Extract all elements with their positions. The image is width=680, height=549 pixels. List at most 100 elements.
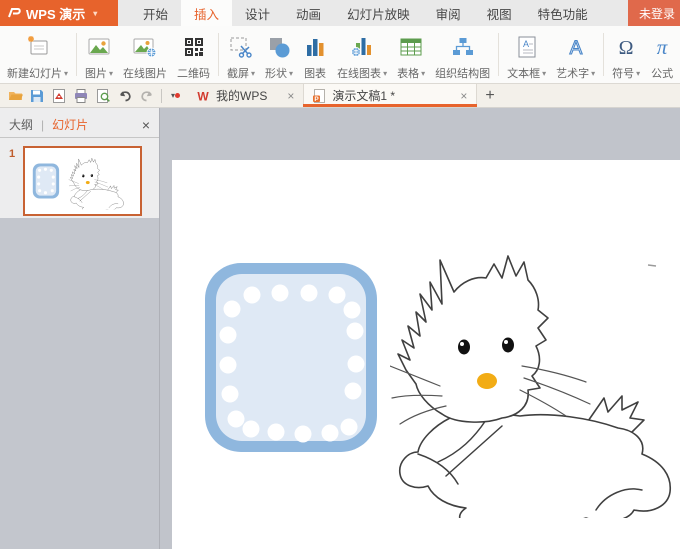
save-button[interactable]	[26, 85, 48, 107]
print-preview-button[interactable]	[92, 85, 114, 107]
print-button[interactable]	[70, 85, 92, 107]
slide-editing-area[interactable]	[172, 160, 680, 549]
online-picture-button[interactable]: 在线图片	[118, 26, 172, 83]
tab-special-features[interactable]: 特色功能	[525, 0, 601, 26]
undo-icon	[117, 88, 133, 104]
symbol-label: 符号	[612, 65, 634, 81]
doc-tab-my-wps[interactable]: W 我的WPS ×	[187, 84, 303, 107]
dropdown-caret-icon: ▾	[383, 69, 387, 78]
text-box-button[interactable]: A 文本框▾	[502, 26, 551, 83]
screenshot-button[interactable]: 截屏▾	[222, 26, 260, 83]
org-chart-icon	[450, 31, 476, 63]
undo-button[interactable]	[114, 85, 136, 107]
shapes-label: 形状	[265, 65, 287, 81]
ribbon: 新建幻灯片▾ 图片▾ 在线图片	[0, 26, 680, 84]
ribbon-separator	[76, 33, 77, 76]
redo-button[interactable]	[136, 85, 158, 107]
thumbnail-cat	[69, 158, 124, 211]
tab-review[interactable]: 审阅	[423, 0, 474, 26]
slide-panel-header: 大纲 | 幻灯片 ×	[0, 112, 159, 138]
panel-close-icon[interactable]: ×	[142, 117, 150, 133]
svg-text:A: A	[569, 38, 582, 59]
close-tab-icon[interactable]: ×	[287, 89, 294, 103]
login-button[interactable]: 未登录	[628, 0, 680, 26]
online-chart-label: 在线图表	[337, 65, 381, 81]
dropdown-caret-icon: ▾	[421, 69, 425, 78]
wps-logo-icon	[7, 6, 21, 20]
svg-text:P: P	[315, 96, 320, 103]
word-art-label: 艺术字	[556, 65, 589, 81]
symbol-button[interactable]: Ω 符号▾	[607, 26, 645, 83]
title-bar: WPS 演示 ▾ 开始 插入 设计 动画 幻灯片放映 审阅 视图 特色功能 未登…	[0, 0, 680, 26]
wps-w-icon: W	[196, 90, 210, 102]
document-tab-bar: W 我的WPS × P 演示文稿1 * × +	[187, 84, 680, 107]
redo-icon	[139, 88, 155, 104]
open-button[interactable]	[4, 85, 26, 107]
table-button[interactable]: 表格▾	[392, 26, 430, 83]
doc-tab-presentation1[interactable]: P 演示文稿1 * ×	[303, 84, 477, 107]
org-chart-button[interactable]: 组织结构图	[430, 26, 495, 83]
qrcode-icon	[182, 31, 206, 63]
table-label: 表格	[397, 65, 419, 81]
formula-button[interactable]: π 公式	[645, 26, 679, 83]
slide-number: 1	[9, 148, 15, 160]
org-chart-label: 组织结构图	[435, 65, 490, 81]
cat-drawing-shape[interactable]	[390, 256, 670, 528]
ribbon-separator	[498, 33, 499, 76]
qrcode-button[interactable]: 二维码	[172, 26, 215, 83]
tab-insert[interactable]: 插入	[181, 0, 232, 26]
presentation-doc-icon: P	[313, 89, 326, 103]
open-folder-icon	[7, 87, 24, 104]
word-art-icon: A	[564, 31, 588, 63]
ribbon-separator	[218, 33, 219, 76]
export-pdf-icon	[51, 88, 67, 104]
new-tab-button[interactable]: +	[477, 84, 502, 107]
panel-tab-slides[interactable]: 幻灯片	[52, 116, 88, 133]
picture-button[interactable]: 图片▾	[80, 26, 118, 83]
app-title: WPS 演示	[26, 4, 85, 23]
word-art-button[interactable]: A 艺术字▾	[551, 26, 600, 83]
tab-animation[interactable]: 动画	[283, 0, 334, 26]
rounded-square-shape[interactable]	[205, 263, 377, 452]
dropdown-caret-icon: ▾	[251, 69, 255, 78]
online-chart-icon	[349, 31, 375, 63]
slide-panel: 大纲 | 幻灯片 × 1	[0, 108, 160, 549]
ribbon-separator	[603, 33, 604, 76]
picture-label: 图片	[85, 65, 107, 81]
tab-view[interactable]: 视图	[474, 0, 525, 26]
dropdown-caret-icon: ▾	[289, 69, 293, 78]
dropdown-caret-icon: ▾	[109, 69, 113, 78]
notification-dot	[175, 93, 180, 98]
print-icon	[73, 88, 89, 104]
qrcode-label: 二维码	[177, 65, 210, 81]
screenshot-icon	[228, 31, 254, 63]
close-tab-icon[interactable]: ×	[460, 89, 467, 103]
app-menu-button[interactable]: WPS 演示 ▾	[0, 0, 118, 26]
screenshot-label: 截屏	[227, 65, 249, 81]
svg-text:π: π	[657, 35, 668, 59]
stray-mark-shape[interactable]	[648, 265, 656, 266]
app-menu-caret-icon: ▾	[93, 9, 97, 18]
toolbar-separator	[161, 89, 162, 103]
tab-home[interactable]: 开始	[130, 0, 181, 26]
save-icon	[29, 88, 45, 104]
panel-tab-outline[interactable]: 大纲	[9, 116, 33, 133]
chart-button[interactable]: 图表	[298, 26, 332, 83]
dropdown-caret-icon: ▾	[636, 69, 640, 78]
symbol-omega-icon: Ω	[614, 31, 638, 63]
tab-design[interactable]: 设计	[232, 0, 283, 26]
shapes-button[interactable]: 形状▾	[260, 26, 298, 83]
tab-slideshow[interactable]: 幻灯片放映	[334, 0, 423, 26]
new-slide-button[interactable]: 新建幻灯片▾	[2, 26, 73, 83]
slide-thumbnail[interactable]	[23, 146, 142, 216]
doc-tab-label: 演示文稿1 *	[332, 87, 395, 104]
customize-toolbar-button[interactable]: ▾	[165, 91, 181, 100]
online-picture-label: 在线图片	[123, 65, 167, 81]
text-box-icon: A	[514, 31, 540, 63]
export-pdf-button[interactable]	[48, 85, 70, 107]
doc-tab-label: 我的WPS	[216, 87, 267, 104]
online-picture-icon	[132, 31, 158, 63]
online-chart-button[interactable]: 在线图表▾	[332, 26, 392, 83]
new-slide-icon	[24, 31, 52, 63]
svg-text:W: W	[197, 90, 209, 102]
